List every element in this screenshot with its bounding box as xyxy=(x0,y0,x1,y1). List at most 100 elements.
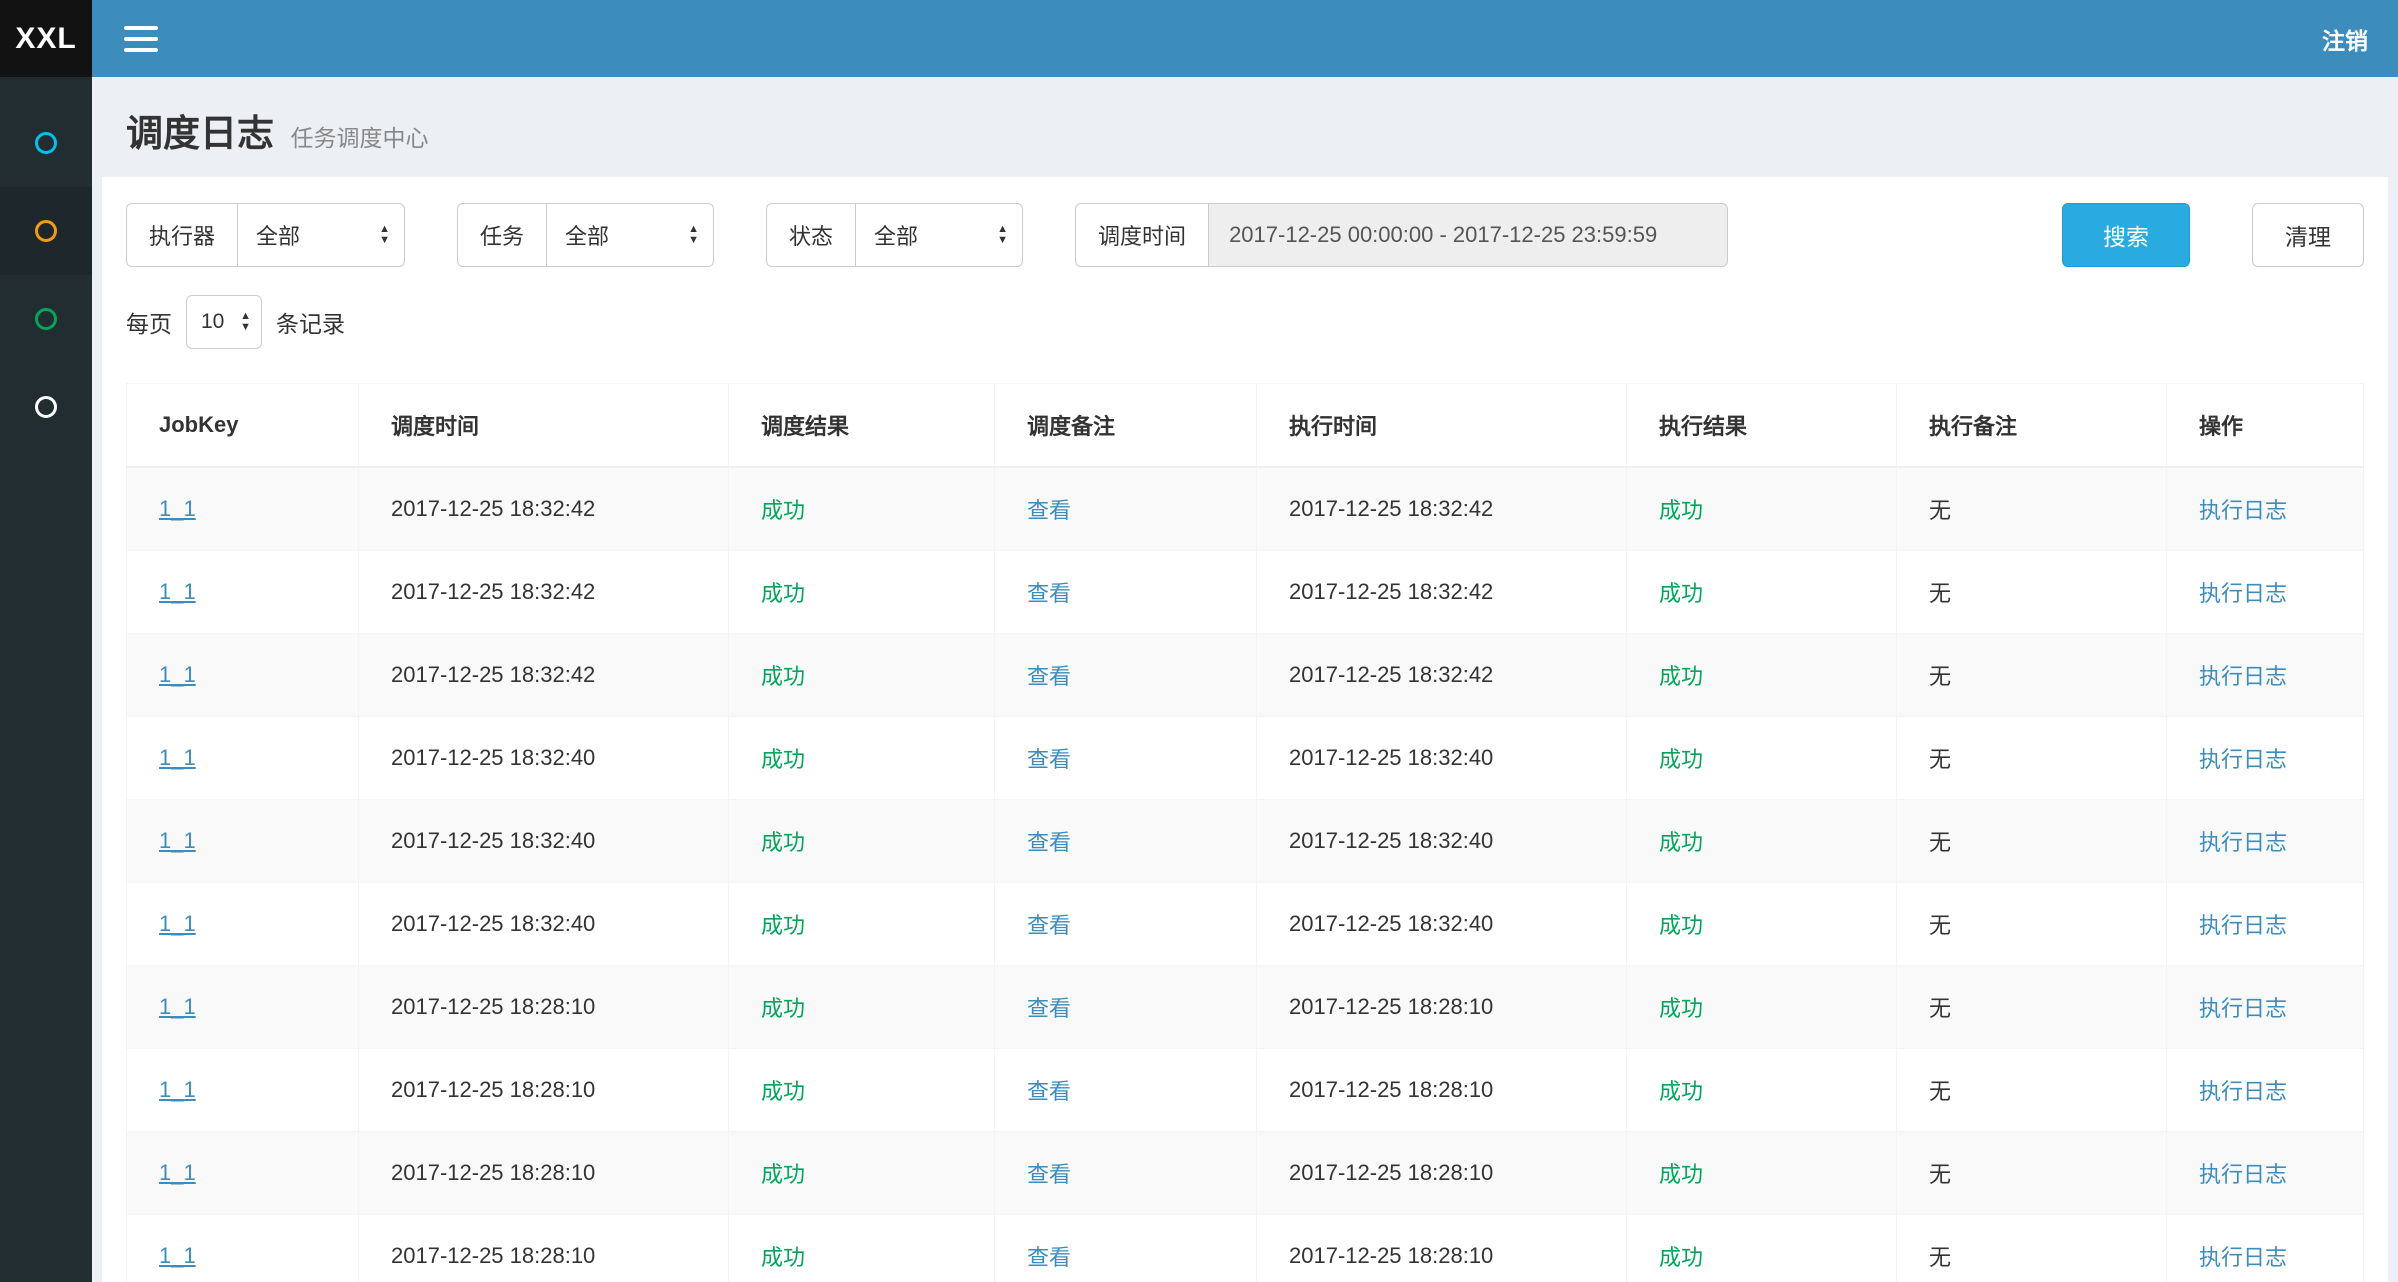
cell-action: 执行日志 xyxy=(2167,1132,2364,1215)
jobkey-link[interactable]: 1_1 xyxy=(159,911,196,936)
view-trigger-msg-link[interactable]: 查看 xyxy=(1027,1079,1071,1104)
cell-trigger-msg: 查看 xyxy=(995,717,1257,800)
cell-trigger-time: 2017-12-25 18:28:10 xyxy=(359,1049,729,1132)
page-size-select[interactable]: 10 ▲▼ xyxy=(186,295,262,349)
cell-jobkey: 1_1 xyxy=(127,467,359,551)
navbar: 注销 xyxy=(92,0,2398,77)
sidebar-item-1[interactable] xyxy=(0,99,92,187)
sidebar-item-4[interactable] xyxy=(0,363,92,451)
cell-trigger-result: 成功 xyxy=(729,467,995,551)
cell-handle-time: 2017-12-25 18:28:10 xyxy=(1257,1215,1627,1282)
cell-trigger-msg: 查看 xyxy=(995,551,1257,634)
cell-trigger-time: 2017-12-25 18:28:10 xyxy=(359,1132,729,1215)
exec-log-link[interactable]: 执行日志 xyxy=(2199,747,2287,772)
page-size-prefix: 每页 xyxy=(126,305,172,339)
handle-result-text: 成功 xyxy=(1659,664,1703,689)
jobkey-link[interactable]: 1_1 xyxy=(159,662,196,687)
filter-bar: 执行器 全部 ▲▼ 任务 全部 ▲▼ 状态 xyxy=(126,203,2364,267)
search-button[interactable]: 搜索 xyxy=(2062,203,2190,267)
cell-jobkey: 1_1 xyxy=(127,551,359,634)
header-trigger-time: 调度时间 xyxy=(359,384,729,468)
exec-log-link[interactable]: 执行日志 xyxy=(2199,1245,2287,1270)
header-trigger-msg: 调度备注 xyxy=(995,384,1257,468)
cell-trigger-result: 成功 xyxy=(729,634,995,717)
exec-log-link[interactable]: 执行日志 xyxy=(2199,830,2287,855)
jobkey-link[interactable]: 1_1 xyxy=(159,579,196,604)
sidebar-item-2[interactable] xyxy=(0,187,92,275)
cell-handle-result: 成功 xyxy=(1627,717,1897,800)
jobkey-link[interactable]: 1_1 xyxy=(159,496,196,521)
status-select[interactable]: 全部 ▲▼ xyxy=(855,203,1023,267)
view-trigger-msg-link[interactable]: 查看 xyxy=(1027,664,1071,689)
jobkey-link[interactable]: 1_1 xyxy=(159,1243,196,1268)
cell-handle-time: 2017-12-25 18:32:40 xyxy=(1257,883,1627,966)
jobkey-link[interactable]: 1_1 xyxy=(159,1077,196,1102)
table-row: 1_1 2017-12-25 18:28:10 成功 查看 2017-12-25… xyxy=(127,1049,2364,1132)
jobkey-link[interactable]: 1_1 xyxy=(159,994,196,1019)
jobkey-link[interactable]: 1_1 xyxy=(159,828,196,853)
cell-action: 执行日志 xyxy=(2167,1215,2364,1282)
trigger-result-text: 成功 xyxy=(761,664,805,689)
clear-button[interactable]: 清理 xyxy=(2252,203,2364,267)
log-table: JobKey 调度时间 调度结果 调度备注 执行时间 执行结果 执行备注 操作 … xyxy=(126,383,2364,1282)
view-trigger-msg-link[interactable]: 查看 xyxy=(1027,913,1071,938)
cell-handle-msg: 无 xyxy=(1897,883,2167,966)
job-filter-group: 任务 全部 ▲▼ xyxy=(457,203,714,267)
logo[interactable]: XXL xyxy=(0,0,92,77)
trigger-time-input[interactable] xyxy=(1208,203,1728,267)
cell-handle-msg: 无 xyxy=(1897,1049,2167,1132)
logout-link[interactable]: 注销 xyxy=(2322,22,2368,56)
cell-handle-result: 成功 xyxy=(1627,966,1897,1049)
select-stepper-icon: ▲▼ xyxy=(997,224,1008,246)
table-row: 1_1 2017-12-25 18:32:42 成功 查看 2017-12-25… xyxy=(127,634,2364,717)
cell-handle-time: 2017-12-25 18:32:40 xyxy=(1257,800,1627,883)
cell-trigger-msg: 查看 xyxy=(995,800,1257,883)
select-stepper-icon: ▲▼ xyxy=(240,311,251,333)
page-size-value: 10 xyxy=(201,310,224,334)
handle-result-text: 成功 xyxy=(1659,581,1703,606)
cell-action: 执行日志 xyxy=(2167,717,2364,800)
cell-action: 执行日志 xyxy=(2167,551,2364,634)
trigger-result-text: 成功 xyxy=(761,1162,805,1187)
view-trigger-msg-link[interactable]: 查看 xyxy=(1027,747,1071,772)
exec-log-link[interactable]: 执行日志 xyxy=(2199,1079,2287,1104)
table-row: 1_1 2017-12-25 18:32:40 成功 查看 2017-12-25… xyxy=(127,717,2364,800)
view-trigger-msg-link[interactable]: 查看 xyxy=(1027,581,1071,606)
handle-result-text: 成功 xyxy=(1659,996,1703,1021)
exec-log-link[interactable]: 执行日志 xyxy=(2199,498,2287,523)
table-row: 1_1 2017-12-25 18:32:40 成功 查看 2017-12-25… xyxy=(127,883,2364,966)
job-select[interactable]: 全部 ▲▼ xyxy=(546,203,714,267)
exec-log-link[interactable]: 执行日志 xyxy=(2199,581,2287,606)
trigger-time-filter-group: 调度时间 xyxy=(1075,203,1728,267)
cell-handle-result: 成功 xyxy=(1627,551,1897,634)
header-jobkey: JobKey xyxy=(127,384,359,468)
cell-trigger-time: 2017-12-25 18:32:42 xyxy=(359,634,729,717)
exec-log-link[interactable]: 执行日志 xyxy=(2199,1162,2287,1187)
view-trigger-msg-link[interactable]: 查看 xyxy=(1027,830,1071,855)
executor-select[interactable]: 全部 ▲▼ xyxy=(237,203,405,267)
header-handle-result: 执行结果 xyxy=(1627,384,1897,468)
cell-trigger-msg: 查看 xyxy=(995,634,1257,717)
cell-trigger-result: 成功 xyxy=(729,1215,995,1282)
exec-log-link[interactable]: 执行日志 xyxy=(2199,996,2287,1021)
view-trigger-msg-link[interactable]: 查看 xyxy=(1027,498,1071,523)
exec-log-link[interactable]: 执行日志 xyxy=(2199,664,2287,689)
cell-jobkey: 1_1 xyxy=(127,1049,359,1132)
executor-select-value: 全部 xyxy=(256,219,300,251)
exec-log-link[interactable]: 执行日志 xyxy=(2199,913,2287,938)
trigger-time-label: 调度时间 xyxy=(1075,203,1208,267)
view-trigger-msg-link[interactable]: 查看 xyxy=(1027,996,1071,1021)
sidebar-item-3[interactable] xyxy=(0,275,92,363)
view-trigger-msg-link[interactable]: 查看 xyxy=(1027,1162,1071,1187)
menu-toggle-icon[interactable] xyxy=(124,26,158,52)
jobkey-link[interactable]: 1_1 xyxy=(159,745,196,770)
cell-trigger-msg: 查看 xyxy=(995,1215,1257,1282)
cell-trigger-time: 2017-12-25 18:32:40 xyxy=(359,883,729,966)
jobkey-link[interactable]: 1_1 xyxy=(159,1160,196,1185)
view-trigger-msg-link[interactable]: 查看 xyxy=(1027,1245,1071,1270)
cell-jobkey: 1_1 xyxy=(127,1132,359,1215)
cell-trigger-result: 成功 xyxy=(729,551,995,634)
trigger-result-text: 成功 xyxy=(761,747,805,772)
cell-handle-time: 2017-12-25 18:32:40 xyxy=(1257,717,1627,800)
executor-label: 执行器 xyxy=(126,203,237,267)
